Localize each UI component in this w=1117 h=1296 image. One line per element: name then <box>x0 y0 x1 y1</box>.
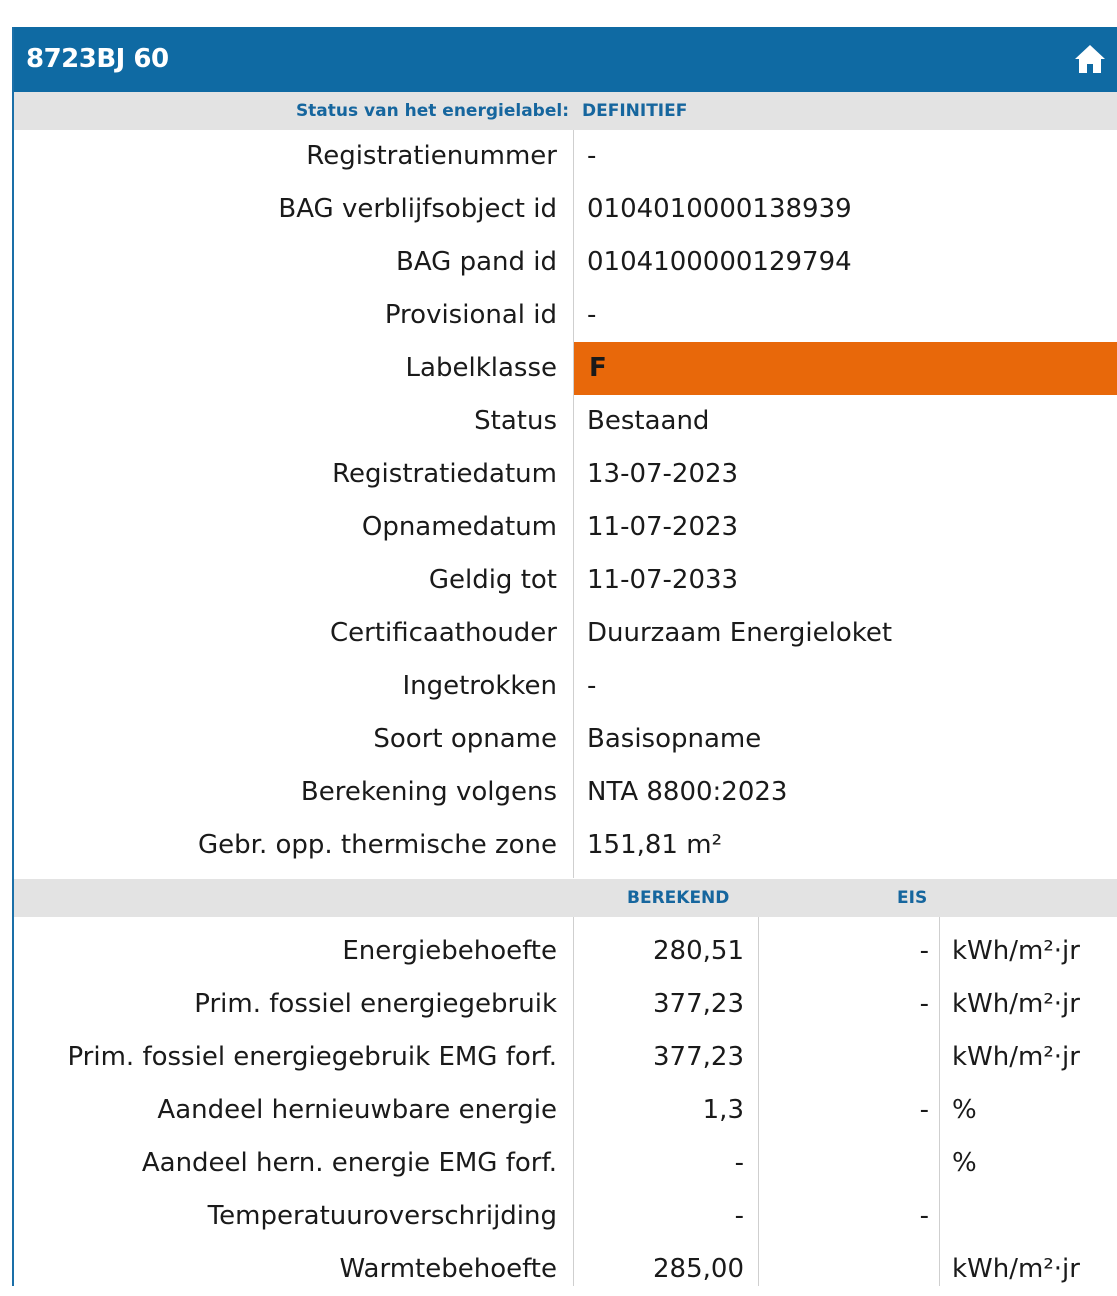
status-band: Status van het energielabel: DEFINITIEF <box>14 92 1117 130</box>
calc-berekend: 1,3 <box>702 1095 744 1125</box>
detail-label: Gebr. opp. thermische zone <box>198 830 557 860</box>
calc-label: Prim. fossiel energiegebruik <box>194 989 557 1019</box>
detail-value: - <box>587 671 597 701</box>
detail-label: BAG pand id <box>396 247 557 277</box>
detail-value: F <box>589 353 607 383</box>
detail-label: Provisional id <box>384 300 557 330</box>
detail-row: Gebr. opp. thermische zone 151,81 m² <box>14 819 1117 872</box>
calc-row: Prim. fossiel energiegebruik EMG forf. 37… <box>14 1031 1117 1084</box>
calc-unit: kWh/m²·jr <box>952 936 1080 966</box>
detail-value: 0104100000129794 <box>587 247 852 277</box>
calc-row: Energiebehoefte 280,51 - kWh/m²·jr <box>14 925 1117 978</box>
calc-berekend: - <box>734 1148 744 1178</box>
detail-value: Duurzaam Energieloket <box>587 618 893 648</box>
calc-eis: - <box>919 936 929 966</box>
calc-row: Warmtebehoefte 285,00 kWh/m²·jr <box>14 1243 1117 1296</box>
detail-row: Status Bestaand <box>14 395 1117 448</box>
detail-label: Opnamedatum <box>361 512 557 542</box>
detail-label: Ingetrokken <box>402 671 557 701</box>
detail-row: Certificaathouder Duurzaam Energieloket <box>14 607 1117 660</box>
calc-unit: kWh/m²·jr <box>952 989 1080 1019</box>
detail-row: Soort opname Basisopname <box>14 713 1117 766</box>
detail-row: Registratienummer - <box>14 130 1117 183</box>
calc-row: Aandeel hernieuwbare energie 1,3 -% <box>14 1084 1117 1137</box>
detail-label: Berekening volgens <box>300 777 557 807</box>
detail-value: Basisopname <box>587 724 762 754</box>
detail-row: Opnamedatum 11-07-2023 <box>14 501 1117 554</box>
calc-berekend: 377,23 <box>653 1042 744 1072</box>
energy-label-panel: 8723BJ 60 Status van het energielabel: D… <box>12 27 1117 1286</box>
eis-header: EIS <box>897 888 928 908</box>
calc-berekend: 377,23 <box>653 989 744 1019</box>
detail-value: 151,81 m² <box>587 830 722 860</box>
detail-label: Registratiedatum <box>332 459 557 489</box>
detail-value: 13-07-2023 <box>587 459 739 489</box>
detail-row: Berekening volgens NTA 8800:2023 <box>14 766 1117 819</box>
detail-value: - <box>587 300 597 330</box>
calc-row: Prim. fossiel energiegebruik 377,23 - kWh/m… <box>14 978 1117 1031</box>
detail-label: Labelklasse <box>405 353 557 383</box>
detail-row: Ingetrokken - <box>14 660 1117 713</box>
calc-label: Aandeel hern. energie EMG forf. <box>141 1148 557 1178</box>
detail-label: Registratienummer <box>306 141 557 171</box>
detail-label: Status <box>474 406 557 436</box>
detail-row: Geldig tot 11-07-2033 <box>14 554 1117 607</box>
detail-label: Certificaathouder <box>329 618 557 648</box>
home-icon[interactable] <box>1073 43 1107 75</box>
postcode-title: 8723BJ 60 <box>26 44 169 74</box>
calc-unit: % <box>952 1095 977 1125</box>
detail-row: Provisional id - <box>14 289 1117 342</box>
calc-label: Prim. fossiel energiegebruik EMG forf. <box>67 1042 557 1072</box>
panel-header: 8723BJ 60 <box>14 27 1117 92</box>
calc-unit: kWh/m²·jr <box>952 1254 1080 1284</box>
status-value: DEFINITIEF <box>582 101 688 121</box>
calc-eis: - <box>919 1201 929 1231</box>
berekend-header: BEREKEND <box>627 888 730 908</box>
calc-label: Aandeel hernieuwbare energie <box>157 1095 557 1125</box>
calc-unit: kWh/m²·jr <box>952 1042 1080 1072</box>
calc-unit: % <box>952 1148 977 1178</box>
detail-value: 0104010000138939 <box>587 194 852 224</box>
calc-header-band: BEREKEND EIS <box>14 879 1117 917</box>
detail-label: Soort opname <box>373 724 557 754</box>
calc-label: Warmtebehoefte <box>339 1254 558 1284</box>
detail-value: NTA 8800:2023 <box>587 777 788 807</box>
detail-row: Registratiedatum 13-07-2023 <box>14 448 1117 501</box>
detail-value: - <box>587 141 597 171</box>
calc-berekend: 285,00 <box>653 1254 744 1284</box>
status-label: Status van het energielabel: <box>295 101 569 121</box>
detail-row: Labelklasse F <box>14 342 1117 395</box>
calc-label: Energiebehoefte <box>342 936 557 966</box>
calc-berekend: 280,51 <box>653 936 744 966</box>
detail-value: 11-07-2023 <box>587 512 739 542</box>
calc-label: Temperatuuroverschrijding <box>207 1201 557 1231</box>
labelklasse-color-bar <box>574 342 1117 395</box>
detail-label: Geldig tot <box>428 565 557 595</box>
calc-row: Temperatuuroverschrijding - - <box>14 1190 1117 1243</box>
detail-row: BAG verblijfsobject id 0104010000138939 <box>14 183 1117 236</box>
detail-value: Bestaand <box>587 406 710 436</box>
detail-value: 11-07-2033 <box>587 565 739 595</box>
detail-row: BAG pand id 0104100000129794 <box>14 236 1117 289</box>
calc-berekend: - <box>734 1201 744 1231</box>
detail-label: BAG verblijfsobject id <box>278 194 557 224</box>
calc-row: Aandeel hern. energie EMG forf. -% <box>14 1137 1117 1190</box>
calc-eis: - <box>919 989 929 1019</box>
calc-eis: - <box>919 1095 929 1125</box>
